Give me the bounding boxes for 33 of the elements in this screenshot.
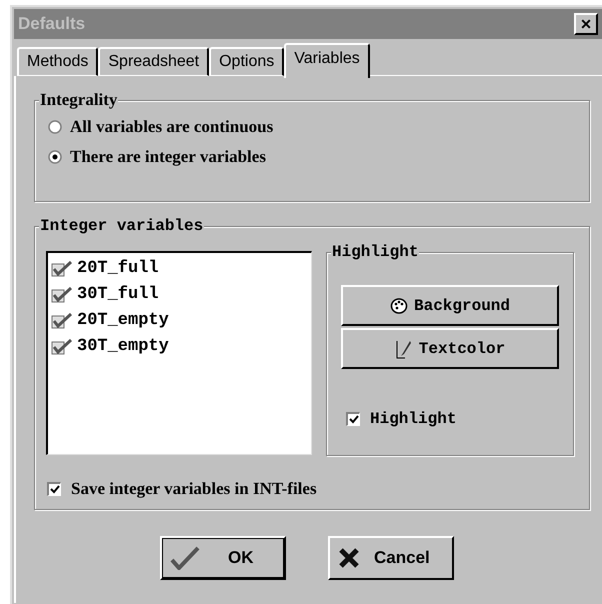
- highlight-checkbox[interactable]: [346, 412, 360, 426]
- group-title: Highlight: [331, 242, 420, 262]
- color-button[interactable]: Textcolor: [341, 328, 559, 369]
- dialog-button[interactable]: Cancel: [328, 536, 454, 580]
- save-checkbox[interactable]: [47, 482, 61, 496]
- window-title: Defaults: [18, 13, 86, 36]
- list-item[interactable]: 20T_full: [51, 256, 308, 282]
- list-item[interactable]: 30T_empty: [51, 334, 308, 360]
- group-title: Integer variables: [39, 216, 204, 236]
- checkmark-icon: [170, 546, 200, 570]
- variable-name: 20T_full: [77, 258, 159, 280]
- group-title: Integrality: [39, 90, 118, 110]
- brush-icon: [394, 338, 413, 358]
- radio-label: All variables are continuous: [70, 117, 274, 137]
- radio-label: There are integer variables: [70, 147, 266, 167]
- list-item[interactable]: 30T_full: [51, 282, 308, 308]
- color-button[interactable]: Background: [341, 285, 559, 326]
- checkbox-label: Save integer variables in INT-files: [71, 478, 317, 500]
- tab[interactable]: Methods: [17, 47, 98, 76]
- variable-name: 20T_empty: [77, 310, 169, 332]
- variable-name: 30T_full: [77, 284, 159, 306]
- tab[interactable]: Variables: [284, 43, 370, 78]
- palette-icon: [390, 296, 408, 314]
- radio-button[interactable]: [48, 120, 62, 134]
- cross-icon: [338, 547, 360, 569]
- tab[interactable]: Options: [209, 47, 284, 76]
- list-item[interactable]: 20T_empty: [51, 308, 308, 334]
- tab[interactable]: Spreadsheet: [98, 47, 210, 76]
- dialog-button[interactable]: OK: [160, 536, 286, 580]
- radio-button[interactable]: [48, 150, 62, 164]
- variable-name: 30T_empty: [77, 336, 169, 358]
- close-button[interactable]: ×: [574, 13, 598, 35]
- checkbox-label: Highlight: [370, 409, 456, 430]
